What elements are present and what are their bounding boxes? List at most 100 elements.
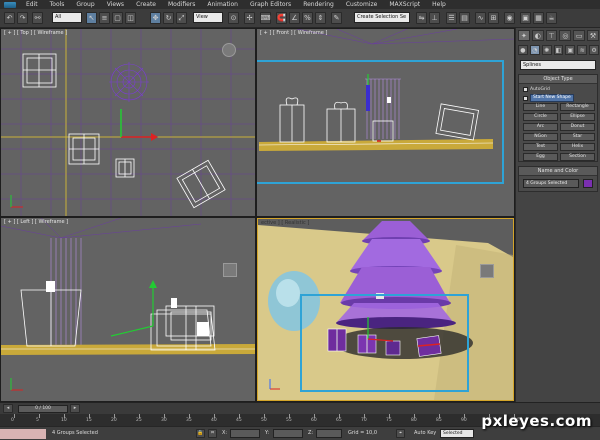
viewport-left-label[interactable]: [ + ] [ Left ] [ Wireframe ] (4, 219, 68, 225)
selection-filter-dropdown[interactable]: All (52, 12, 82, 23)
ngon-button[interactable]: NGon (523, 133, 558, 141)
lock-selection-icon[interactable]: 🔒 (196, 429, 205, 438)
cameras-icon[interactable]: ◧ (553, 45, 564, 55)
named-selection-set-dropdown[interactable]: Create Selection Se (354, 12, 410, 23)
shapes-icon[interactable]: ◔ (529, 45, 540, 55)
menu-maxscript[interactable]: MAXScript (383, 0, 426, 9)
key-filter-dropdown[interactable]: Selected (440, 429, 474, 438)
maxscript-listener[interactable] (0, 429, 46, 439)
autogrid-checkbox[interactable]: AutoGrid (523, 87, 550, 92)
menu-group[interactable]: Group (70, 0, 100, 9)
undo-icon[interactable]: ↶ (4, 12, 15, 24)
text-button[interactable]: Text (523, 143, 558, 151)
pivot-center-icon[interactable]: ⊙ (228, 12, 239, 24)
object-color-swatch[interactable] (583, 179, 593, 188)
time-tag-icon[interactable]: ⌖ (396, 429, 405, 438)
shape-category-dropdown[interactable]: Splines (520, 60, 596, 70)
render-production-icon[interactable]: ☕ (546, 12, 557, 24)
utilities-tab-icon[interactable]: ⚒ (587, 30, 599, 41)
percent-snap-icon[interactable]: % (302, 12, 313, 24)
snap-toggle-icon[interactable]: 🧲 (276, 12, 287, 24)
viewcube-top[interactable] (222, 43, 236, 57)
rendered-frame-window-icon[interactable]: ▦ (533, 12, 544, 24)
app-logo[interactable] (0, 0, 20, 9)
ellipse-button[interactable]: Ellipse (560, 113, 595, 121)
select-scale-icon[interactable]: ⤢ (176, 12, 187, 24)
graphite-toolbar-icon[interactable]: ▤ (459, 12, 470, 24)
menu-help[interactable]: Help (426, 0, 452, 9)
object-name-field[interactable]: 4 Groups Selected (523, 179, 579, 188)
menu-rendering[interactable]: Rendering (297, 0, 340, 9)
viewcube-perspective[interactable] (480, 264, 494, 278)
lights-icon[interactable]: ✺ (541, 45, 552, 55)
y-coordinate-field[interactable] (273, 429, 303, 438)
helpers-icon[interactable]: ▣ (565, 45, 576, 55)
viewport-top[interactable]: [ + ] [ Top ] [ Wireframe ] (1, 29, 255, 216)
donut-button[interactable]: Donut (560, 123, 595, 131)
mini-curve-editor-icon[interactable]: ◂ (3, 404, 13, 413)
menu-customize[interactable]: Customize (340, 0, 384, 9)
select-rotate-icon[interactable]: ↻ (163, 12, 174, 24)
start-new-shape[interactable]: Start New Shape (523, 94, 574, 102)
select-manipulate-icon[interactable]: ✢ (244, 12, 255, 24)
hierarchy-tab-icon[interactable]: ⊤ (545, 30, 558, 41)
render-setup-icon[interactable]: ▣ (520, 12, 531, 24)
select-move-icon[interactable]: ✥ (150, 12, 161, 24)
menu-edit[interactable]: Edit (20, 0, 44, 9)
viewport-left[interactable]: [ + ] [ Left ] [ Wireframe ] (1, 218, 255, 401)
menu-modifiers[interactable]: Modifiers (162, 0, 201, 9)
systems-icon[interactable]: ⚙ (589, 45, 600, 55)
viewport-front[interactable]: [ + ] [ Front ] [ Wireframe ] (257, 29, 514, 216)
spacewarps-icon[interactable]: ≋ (577, 45, 588, 55)
schematic-view-icon[interactable]: ⊞ (488, 12, 499, 24)
reference-coordinate-dropdown[interactable]: View (193, 12, 223, 23)
object-type-header[interactable]: Object Type (519, 75, 597, 84)
edit-named-selection-icon[interactable]: ✎ (331, 12, 342, 24)
start-new-shape-label[interactable]: Start New Shape (530, 94, 574, 102)
x-coordinate-field[interactable] (230, 429, 260, 438)
rectangle-button[interactable]: Rectangle (560, 103, 595, 111)
align-icon[interactable]: ⊥ (429, 12, 440, 24)
curve-editor-icon[interactable]: ∿ (475, 12, 486, 24)
auto-key-label[interactable]: Auto Key (414, 430, 436, 436)
angle-snap-icon[interactable]: ∠ (289, 12, 300, 24)
rectangular-selection-icon[interactable]: ▢ (112, 12, 123, 24)
window-crossing-icon[interactable]: ◫ (125, 12, 136, 24)
menu-create[interactable]: Create (130, 0, 162, 9)
line-button[interactable]: Line (523, 103, 558, 111)
viewport-front-label[interactable]: [ + ] [ Front ] [ Wireframe ] (260, 30, 327, 36)
keyboard-shortcut-icon[interactable]: ⌨ (260, 12, 271, 24)
arc-button[interactable]: Arc (523, 123, 558, 131)
material-editor-icon[interactable]: ◉ (504, 12, 515, 24)
star-button[interactable]: Star (560, 133, 595, 141)
viewport-perspective-label[interactable]: ective ] [ Realistic ] (261, 220, 309, 226)
select-by-name-icon[interactable]: ≡ (99, 12, 110, 24)
section-button[interactable]: Section (560, 153, 595, 161)
link-icon[interactable]: ⚯ (32, 12, 43, 24)
mirror-icon[interactable]: ⇋ (416, 12, 427, 24)
menu-graph-editors[interactable]: Graph Editors (244, 0, 297, 9)
menu-views[interactable]: Views (101, 0, 130, 9)
start-new-shape-check-icon[interactable] (523, 95, 528, 101)
spinner-snap-icon[interactable]: ⇕ (315, 12, 326, 24)
absolute-mode-icon[interactable]: ⌗ (208, 429, 217, 438)
modify-tab-icon[interactable]: ◐ (531, 30, 544, 41)
viewport-top-label[interactable]: [ + ] [ Top ] [ Wireframe ] (4, 30, 67, 36)
autogrid-check-icon[interactable] (523, 87, 528, 92)
name-and-color-header[interactable]: Name and Color (519, 167, 597, 176)
viewport-perspective[interactable]: ective ] [ Realistic ] (257, 218, 514, 401)
z-coordinate-field[interactable] (316, 429, 342, 438)
create-tab-icon[interactable]: ✦ (518, 30, 530, 41)
menu-tools[interactable]: Tools (44, 0, 71, 9)
viewcube-left[interactable] (223, 263, 237, 277)
egg-button[interactable]: Egg (523, 153, 558, 161)
menu-animation[interactable]: Animation (201, 0, 244, 9)
display-tab-icon[interactable]: ▭ (573, 30, 586, 41)
redo-icon[interactable]: ↷ (17, 12, 28, 24)
time-slider[interactable]: 0 / 100 (18, 405, 68, 413)
layer-manager-icon[interactable]: ☰ (446, 12, 457, 24)
helix-button[interactable]: Helix (560, 143, 595, 151)
motion-tab-icon[interactable]: ◎ (559, 30, 572, 41)
select-object-icon[interactable]: ↖ (86, 12, 97, 24)
geometry-icon[interactable]: ● (518, 45, 528, 55)
